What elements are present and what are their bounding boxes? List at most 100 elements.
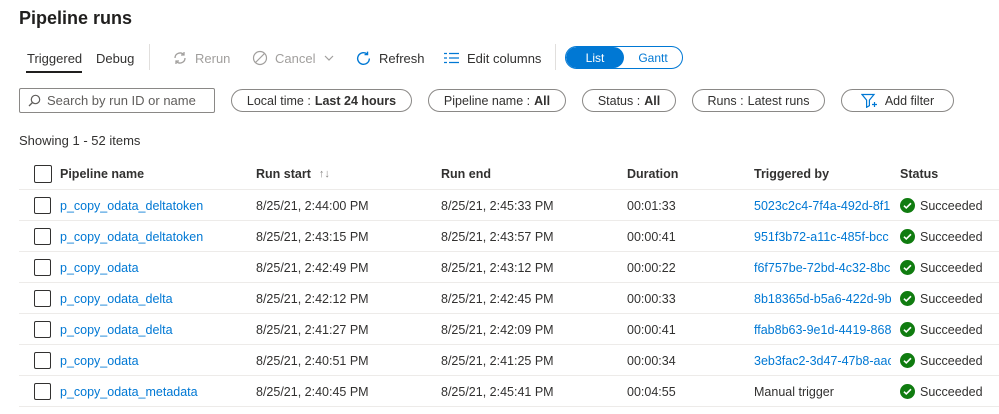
view-toggle-gantt[interactable]: Gantt (624, 47, 682, 68)
active-tab-indicator (26, 71, 82, 73)
column-header-run-start[interactable]: Run start ↑↓ (256, 158, 436, 190)
tab-triggered[interactable]: Triggered (27, 51, 82, 66)
status-cell: Succeeded (900, 252, 999, 283)
triggered-by-link[interactable]: 5023c2c4-7f4a-492d-8f1 (754, 190, 891, 221)
view-toggle: List Gantt (565, 46, 683, 69)
toolbar: Triggered Debug Rerun Cancel Refresh Edi… (19, 44, 989, 73)
triggered-by-link[interactable]: ffab8b63-9e1d-4419-868 (754, 314, 891, 345)
refresh-button[interactable]: Refresh (355, 49, 425, 67)
triggered-by-link[interactable]: 951f3b72-a11c-485f-bcc (754, 221, 891, 252)
triggered-by-link[interactable]: 3eb3fac2-3d47-47b8-aac (754, 345, 891, 376)
toolbar-divider (149, 44, 150, 70)
table-row: p_copy_odata 8/25/21, 2:40:51 PM 8/25/21… (19, 345, 999, 376)
run-start: 8/25/21, 2:42:12 PM (256, 291, 369, 306)
rerun-label: Rerun (195, 50, 231, 66)
cancel-icon (252, 50, 268, 66)
pipeline-name-filter-label: Pipeline name : (443, 93, 531, 108)
row-checkbox[interactable] (34, 197, 51, 214)
row-select-cell (34, 345, 54, 376)
duration: 00:00:22 (627, 260, 676, 275)
table-row: p_copy_odata_delta 8/25/21, 2:42:12 PM 8… (19, 283, 999, 314)
column-header-duration[interactable]: Duration (627, 158, 737, 190)
triggered-by-link[interactable]: 8b18365d-b5a6-422d-9b (754, 283, 891, 314)
run-end: 8/25/21, 2:43:57 PM (441, 229, 554, 244)
status-filter[interactable]: Status : All (582, 89, 676, 112)
edit-columns-icon (444, 52, 459, 64)
status-filter-label: Status : (597, 93, 641, 108)
local-time-filter[interactable]: Local time : Last 24 hours (231, 89, 412, 112)
success-check-icon (900, 229, 915, 244)
rerun-button[interactable]: Rerun (172, 49, 230, 67)
triggered-by-link[interactable]: f6f757be-72bd-4c32-8bc (754, 252, 891, 283)
status-cell: Succeeded (900, 314, 999, 345)
cancel-button[interactable]: Cancel (252, 49, 335, 67)
pipeline-name-link[interactable]: p_copy_odata_deltatoken (60, 221, 250, 252)
duration: 00:04:55 (627, 384, 676, 399)
runs-filter[interactable]: Runs : Latest runs (692, 89, 825, 112)
pipeline-name-filter[interactable]: Pipeline name : All (428, 89, 566, 112)
status-cell: Succeeded (900, 190, 999, 221)
row-checkbox[interactable] (34, 352, 51, 369)
page-title: Pipeline runs (19, 8, 133, 28)
status-text: Succeeded (920, 198, 983, 213)
run-start: 8/25/21, 2:44:00 PM (256, 198, 369, 213)
edit-columns-label: Edit columns (467, 50, 542, 66)
row-checkbox[interactable] (34, 290, 51, 307)
edit-columns-button[interactable]: Edit columns (443, 49, 541, 67)
column-header-triggered-by[interactable]: Triggered by (754, 158, 891, 190)
row-select-cell (34, 190, 54, 221)
select-all-cell (34, 158, 54, 190)
select-all-checkbox[interactable] (34, 165, 52, 183)
status-text: Succeeded (920, 229, 983, 244)
add-filter-label: Add filter (884, 93, 935, 108)
view-toggle-list[interactable]: List (566, 47, 624, 68)
column-header-status[interactable]: Status (900, 158, 999, 190)
row-checkbox[interactable] (34, 383, 51, 400)
chevron-down-icon[interactable] (323, 52, 335, 64)
success-check-icon (900, 198, 915, 213)
row-select-cell (34, 252, 54, 283)
run-end: 8/25/21, 2:42:09 PM (441, 322, 554, 337)
pipeline-name-link[interactable]: p_copy_odata_delta (60, 314, 250, 345)
add-filter-button[interactable]: Add filter (841, 89, 954, 112)
success-check-icon (900, 291, 915, 306)
triggered-by-text: Manual trigger (754, 384, 834, 399)
row-checkbox[interactable] (34, 228, 51, 245)
run-end: 8/25/21, 2:43:12 PM (441, 260, 554, 275)
pipeline-name-link[interactable]: p_copy_odata (60, 345, 250, 376)
row-select-cell (34, 314, 54, 345)
local-time-filter-value: Last 24 hours (314, 93, 397, 108)
status-cell: Succeeded (900, 221, 999, 252)
run-end: 8/25/21, 2:45:41 PM (441, 384, 554, 399)
pipeline-name-link[interactable]: p_copy_odata_deltatoken (60, 190, 250, 221)
column-header-run-end[interactable]: Run end (441, 158, 621, 190)
duration: 00:00:41 (627, 229, 676, 244)
run-end: 8/25/21, 2:41:25 PM (441, 353, 554, 368)
pipeline-name-filter-value: All (534, 93, 551, 108)
status-text: Succeeded (920, 291, 983, 306)
search-box[interactable] (19, 88, 215, 113)
local-time-filter-label: Local time : (246, 93, 311, 108)
run-start: 8/25/21, 2:40:51 PM (256, 353, 369, 368)
status-text: Succeeded (920, 384, 983, 399)
duration: 00:00:33 (627, 291, 676, 306)
search-input[interactable] (47, 93, 212, 108)
row-select-cell (34, 221, 54, 252)
row-checkbox[interactable] (34, 321, 51, 338)
search-icon (28, 94, 41, 107)
column-header-pipeline-name[interactable]: Pipeline name (60, 158, 250, 190)
pipeline-name-link[interactable]: p_copy_odata (60, 252, 250, 283)
column-header-run-start-label: Run start (256, 167, 311, 181)
runs-filter-value: Latest runs (747, 93, 810, 108)
table-row: p_copy_odata_deltatoken 8/25/21, 2:43:15… (19, 221, 999, 252)
tab-debug[interactable]: Debug (96, 51, 134, 66)
sort-icon[interactable]: ↑↓ (319, 168, 330, 180)
duration: 00:00:34 (627, 353, 676, 368)
success-check-icon (900, 322, 915, 337)
success-check-icon (900, 353, 915, 368)
table-row: p_copy_odata_delta 8/25/21, 2:41:27 PM 8… (19, 314, 999, 345)
pipeline-name-link[interactable]: p_copy_odata_metadata (60, 376, 250, 407)
item-count: Showing 1 - 52 items (19, 133, 141, 148)
pipeline-name-link[interactable]: p_copy_odata_delta (60, 283, 250, 314)
row-checkbox[interactable] (34, 259, 51, 276)
